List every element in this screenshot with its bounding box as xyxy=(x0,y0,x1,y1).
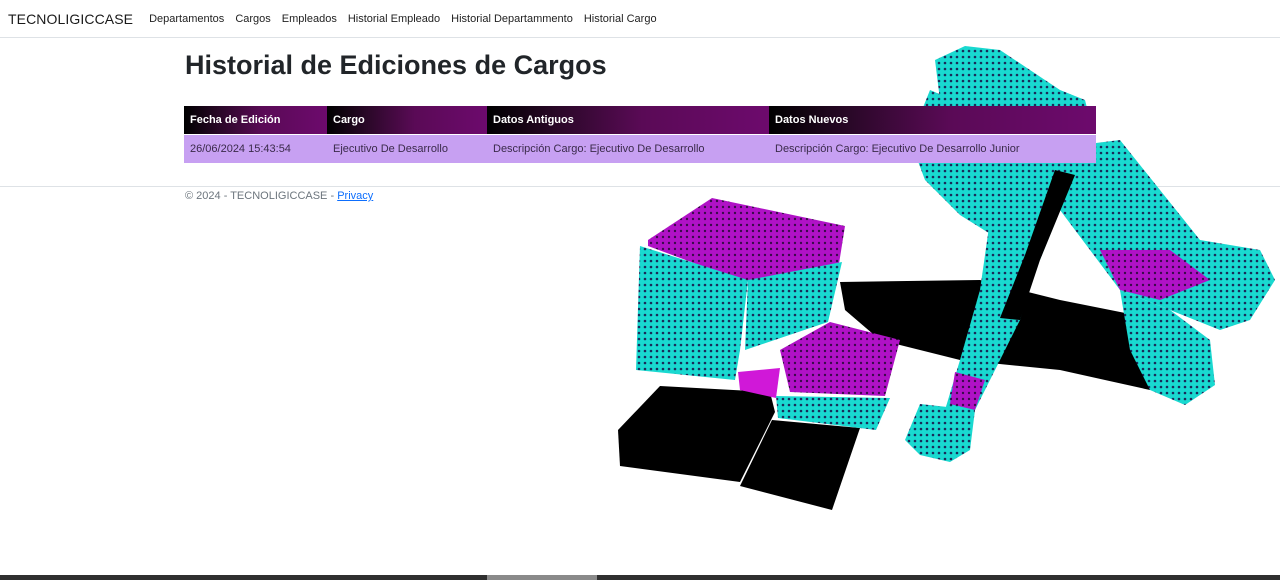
privacy-link[interactable]: Privacy xyxy=(337,190,373,202)
col-fecha-edicion: Fecha de Edición xyxy=(184,106,327,135)
table-header-row: Fecha de Edición Cargo Datos Antiguos Da… xyxy=(184,106,1096,135)
cell-fecha: 26/06/2024 15:43:54 xyxy=(184,134,327,163)
cell-cargo: Ejecutivo De Desarrollo xyxy=(327,134,487,163)
cell-datos-nuevos: Descripción Cargo: Ejecutivo De Desarrol… xyxy=(769,134,1096,163)
background-illustration xyxy=(618,46,1275,510)
footer-copyright: © 2024 - TECNOLIGICCASE - xyxy=(185,190,335,202)
page-title: Historial de Ediciones de Cargos xyxy=(185,50,607,80)
col-datos-antiguos: Datos Antiguos xyxy=(487,106,769,135)
col-cargo: Cargo xyxy=(327,106,487,135)
history-table: Fecha de Edición Cargo Datos Antiguos Da… xyxy=(184,106,1096,163)
table-row: 26/06/2024 15:43:54 Ejecutivo De Desarro… xyxy=(184,134,1096,163)
col-datos-nuevos: Datos Nuevos xyxy=(769,106,1096,135)
cell-datos-antiguos: Descripción Cargo: Ejecutivo De Desarrol… xyxy=(487,134,769,163)
footer: © 2024 - TECNOLIGICCASE - Privacy xyxy=(185,190,373,202)
